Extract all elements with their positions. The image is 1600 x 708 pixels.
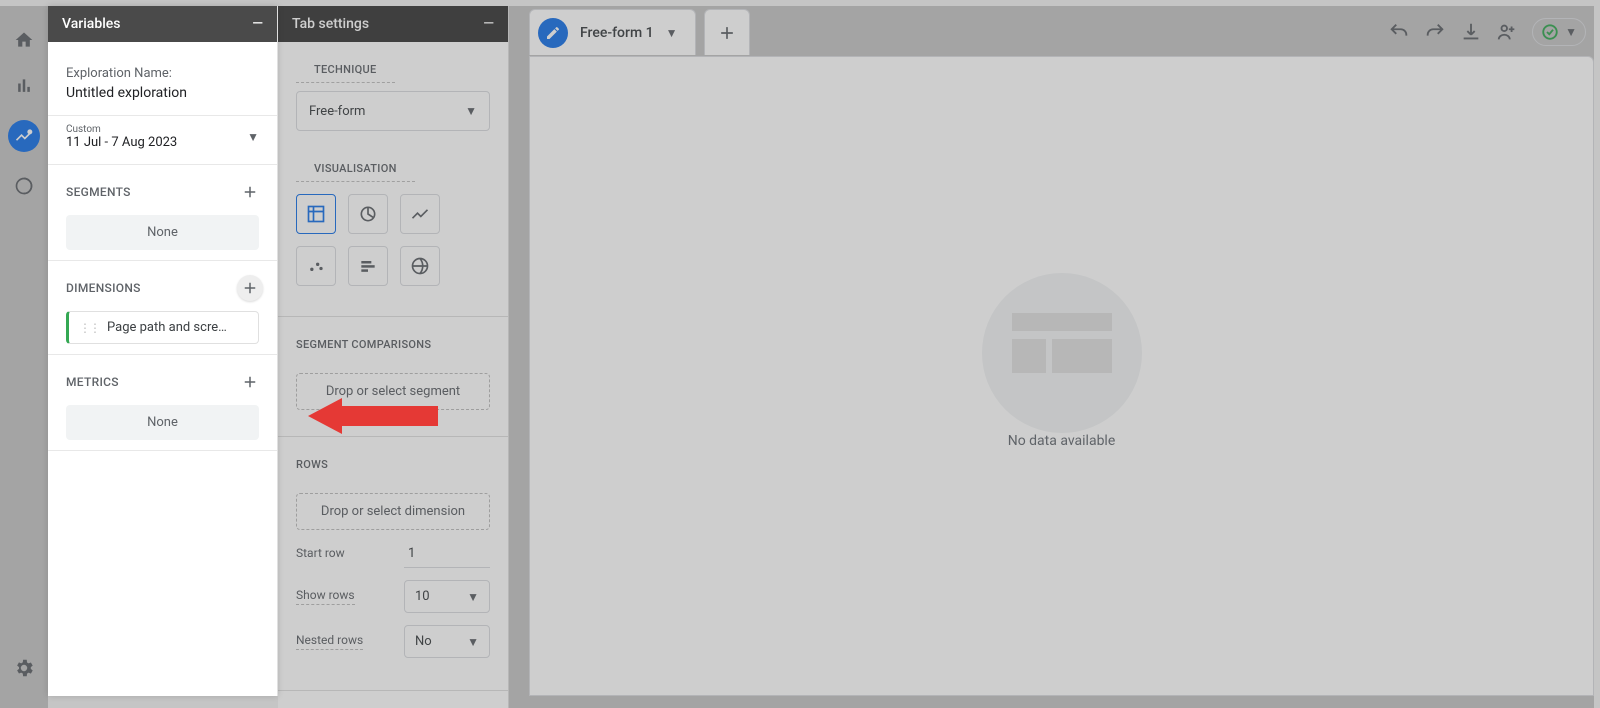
nav-reports-icon[interactable] — [12, 74, 36, 98]
check-icon — [1541, 23, 1559, 41]
tab-settings-title: Tab settings — [292, 16, 369, 32]
exploration-name-label: Exploration Name: — [66, 66, 259, 81]
collapse-variables-icon[interactable]: — — [252, 16, 263, 32]
nested-rows-label: Nested rows — [296, 633, 363, 650]
rows-dropzone[interactable]: Drop or select dimension — [296, 493, 490, 530]
visualisation-label: VISUALISATION — [296, 158, 415, 182]
segments-label: SEGMENTS — [66, 185, 131, 199]
metrics-none: None — [66, 405, 259, 440]
nav-home-icon[interactable] — [12, 28, 36, 52]
exploration-name-value[interactable]: Untitled exploration — [66, 85, 259, 101]
segment-comparisons-label: SEGMENT COMPARISONS — [278, 334, 449, 357]
segments-none: None — [66, 215, 259, 250]
nav-advertising-icon[interactable] — [12, 174, 36, 198]
technique-value: Free-form — [309, 104, 365, 119]
chevron-down-icon: ▼ — [467, 635, 479, 649]
date-range-value: 11 Jul - 7 Aug 2023 — [66, 135, 177, 150]
tab-menu-icon[interactable]: ▼ — [666, 26, 678, 40]
start-row-label: Start row — [296, 546, 345, 562]
canvas-area: Free-form 1 ▼ ▼ — [509, 6, 1594, 708]
drag-handle-icon: ⋮⋮ — [79, 321, 99, 335]
tab-settings-panel: Tab settings — TECHNIQUE Free-form ▼ VIS… — [278, 6, 509, 708]
viz-table-button[interactable] — [296, 194, 336, 234]
download-icon[interactable] — [1460, 21, 1482, 43]
variables-panel-header: Variables — — [48, 6, 277, 42]
viz-bar-button[interactable] — [348, 246, 388, 286]
metrics-label: METRICS — [66, 375, 119, 389]
show-rows-label: Show rows — [296, 588, 355, 605]
dimensions-label: DIMENSIONS — [66, 281, 141, 295]
add-metric-button[interactable] — [237, 369, 263, 395]
status-indicator[interactable]: ▼ — [1532, 18, 1586, 46]
viz-scatter-button[interactable] — [296, 246, 336, 286]
edit-tab-icon[interactable] — [538, 18, 568, 48]
technique-label: TECHNIQUE — [296, 59, 395, 83]
nav-explore-icon[interactable] — [8, 120, 40, 152]
viz-donut-button[interactable] — [348, 194, 388, 234]
rows-label: ROWS — [278, 454, 346, 477]
share-icon[interactable] — [1496, 21, 1518, 43]
chevron-down-icon: ▼ — [1565, 25, 1577, 39]
nested-rows-dropdown[interactable]: No ▼ — [404, 625, 490, 658]
technique-dropdown[interactable]: Free-form ▼ — [296, 91, 490, 131]
dimension-chip-label: Page path and scre… — [107, 320, 227, 335]
date-range-picker[interactable]: Custom 11 Jul - 7 Aug 2023 ▼ — [48, 116, 277, 154]
chevron-down-icon: ▼ — [247, 130, 259, 144]
redo-icon[interactable] — [1424, 21, 1446, 43]
add-tab-button[interactable] — [704, 9, 750, 55]
collapse-tab-settings-icon[interactable]: — — [483, 16, 494, 32]
show-rows-value: 10 — [415, 589, 430, 604]
empty-state-icon — [982, 303, 1142, 403]
undo-icon[interactable] — [1388, 21, 1410, 43]
show-rows-dropdown[interactable]: 10 ▼ — [404, 580, 490, 613]
dimension-chip[interactable]: ⋮⋮ Page path and scre… — [66, 311, 259, 344]
chevron-down-icon: ▼ — [465, 104, 477, 118]
nested-rows-value: No — [415, 634, 432, 649]
chevron-down-icon: ▼ — [467, 590, 479, 604]
add-dimension-button[interactable] — [237, 275, 263, 301]
nav-admin-icon[interactable] — [12, 656, 36, 680]
freeform-tab[interactable]: Free-form 1 ▼ — [529, 9, 696, 55]
no-data-text: No data available — [1008, 433, 1116, 449]
variables-panel: Variables — Exploration Name: Untitled e… — [48, 6, 278, 696]
viz-line-button[interactable] — [400, 194, 440, 234]
tab-name: Free-form 1 — [580, 25, 654, 41]
start-row-input[interactable] — [404, 540, 490, 568]
segment-dropzone[interactable]: Drop or select segment — [296, 373, 490, 410]
date-range-label: Custom — [66, 124, 177, 135]
variables-title: Variables — [62, 16, 120, 32]
report-viewport: No data available — [529, 56, 1594, 696]
viz-geo-button[interactable] — [400, 246, 440, 286]
add-segment-button[interactable] — [237, 179, 263, 205]
tab-settings-header: Tab settings — — [278, 6, 508, 42]
